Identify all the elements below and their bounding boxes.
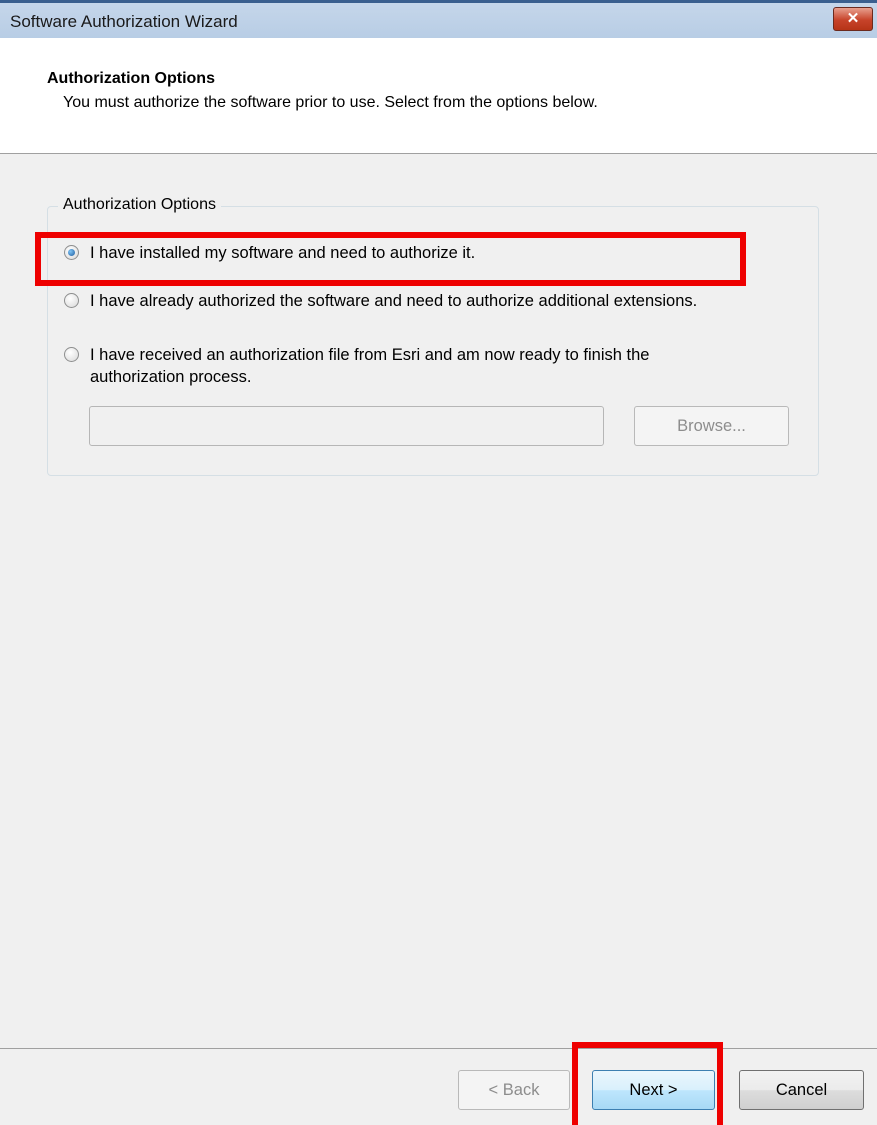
page-subtitle: You must authorize the software prior to…	[63, 94, 598, 111]
window-title: Software Authorization Wizard	[10, 12, 238, 31]
authorization-file-path-field[interactable]	[89, 406, 604, 446]
back-button[interactable]: < Back	[458, 1070, 570, 1110]
radio-icon[interactable]	[64, 293, 79, 308]
wizard-header: Authorization Options You must authorize…	[0, 38, 877, 154]
option-file-label-line1[interactable]: I have received an authorization file fr…	[90, 344, 649, 366]
option-file-label-line2[interactable]: authorization process.	[90, 366, 251, 388]
title-bar: Software Authorization Wizard ✕	[0, 0, 877, 38]
option-extensions-label[interactable]: I have already authorized the software a…	[90, 290, 697, 312]
page-title: Authorization Options	[47, 70, 215, 87]
annotation-highlight-next	[572, 1042, 723, 1125]
group-legend: Authorization Options	[58, 196, 221, 214]
footer-divider	[0, 1048, 877, 1049]
radio-icon[interactable]	[64, 347, 79, 362]
browse-button[interactable]: Browse...	[634, 406, 789, 446]
close-icon[interactable]: ✕	[833, 7, 873, 31]
cancel-button[interactable]: Cancel	[739, 1070, 864, 1110]
annotation-highlight-option	[35, 232, 746, 286]
